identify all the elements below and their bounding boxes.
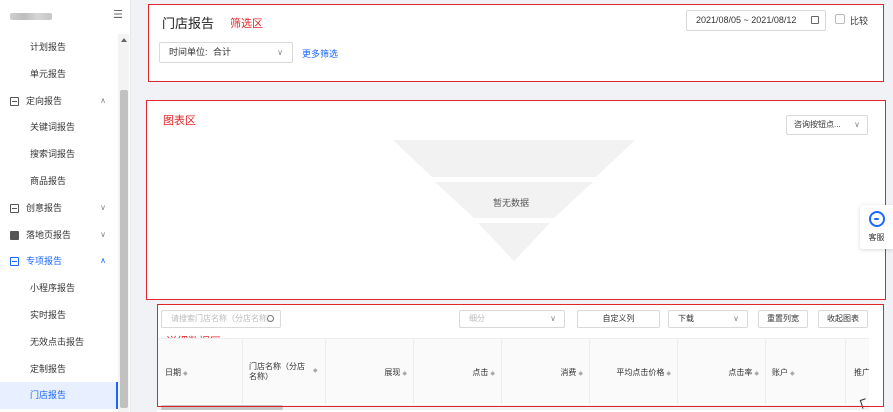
chevron-down-icon: ∨ — [277, 48, 283, 57]
chevron-down-icon: ∨ — [100, 229, 106, 239]
reset-column-width-button[interactable]: 重置列宽 — [758, 310, 808, 328]
logo-row: ☰ — [0, 0, 131, 34]
sidebar-item-label: 落地页报告 — [26, 229, 72, 240]
sidebar-item-label: 关键词报告 — [30, 122, 76, 133]
table-header: 日期 ◆ 门店名称（分店名称） ◆ 展现 ◆ 点击 ◆ 消费 ◆ 平均点击价格 ◆ 点击率… — [157, 338, 869, 404]
sidebar-item[interactable]: 关键词报告 — [0, 114, 118, 141]
sidebar-item[interactable]: 实时报告 — [0, 302, 118, 329]
date-range-text: 2021/08/05 ~ 2021/08/12 — [696, 15, 797, 25]
more-filter-link[interactable]: 更多筛选 — [302, 47, 338, 60]
store-search-input[interactable]: 请搜索门店名称（分店名称） — [161, 310, 281, 328]
calendar-icon — [811, 16, 819, 24]
date-range-picker[interactable]: 2021/08/05 ~ 2021/08/12 — [686, 10, 826, 31]
breakdown-placeholder: 细分 — [469, 314, 485, 323]
sidebar: ☰ 计划报告单元报告定向报告 ∧ 关键词报告搜索词报告商品报告创意报告 ∨ 落地页报告 ∨… — [0, 0, 131, 412]
chevron-down-icon: ∨ — [854, 120, 860, 129]
sort-icon[interactable]: ◆ — [754, 371, 759, 377]
column-header-account[interactable]: 账户 ◆ — [766, 339, 846, 404]
headset-icon — [869, 211, 885, 227]
column-header-ctr[interactable]: 点击率 ◆ — [678, 339, 766, 404]
table-horizontal-scrollbar[interactable] — [157, 405, 869, 410]
sidebar-item[interactable]: 单元报告 — [0, 61, 118, 88]
sidebar-item-label: 小程序报告 — [30, 283, 76, 294]
sort-icon[interactable]: ◆ — [578, 371, 583, 377]
sidebar-item-label: 专项报告 — [26, 256, 63, 267]
chevron-down-icon: ∨ — [550, 314, 556, 323]
column-header-impressions[interactable]: 展现 ◆ — [326, 339, 414, 404]
sidebar-item-label: 定向报告 — [26, 95, 63, 106]
dimension-select[interactable]: 咨询按钮点... ∨ — [786, 115, 868, 135]
column-header-promotion[interactable]: 推广 — [846, 339, 869, 404]
funnel-layer-3 — [478, 223, 550, 261]
sidebar-menu: 计划报告单元报告定向报告 ∧ 关键词报告搜索词报告商品报告创意报告 ∨ 落地页报告 ∨ 专项… — [0, 34, 118, 410]
download-label: 下载 — [678, 314, 694, 323]
funnel-layer-1 — [393, 140, 635, 177]
sort-icon[interactable]: ◆ — [183, 371, 188, 377]
custom-columns-button[interactable]: 自定义列 — [577, 310, 660, 328]
sidebar-item[interactable]: 小程序报告 — [0, 275, 118, 302]
logo — [10, 13, 52, 20]
sidebar-item-label: 无效点击报告 — [30, 336, 85, 347]
breakdown-select[interactable]: 细分 ∨ — [459, 310, 565, 328]
sort-icon[interactable]: ◆ — [666, 371, 671, 377]
chevron-up-icon: ∧ — [100, 95, 106, 105]
search-placeholder: 请搜索门店名称（分店名称） — [171, 314, 275, 323]
document-icon — [10, 96, 19, 106]
empty-state-text: 暂无数据 — [493, 198, 530, 208]
sort-icon[interactable]: ◆ — [313, 367, 318, 374]
sidebar-item[interactable]: 创意报告 ∨ — [0, 195, 118, 222]
sidebar-item[interactable]: 计划报告 — [0, 34, 118, 61]
sidebar-item-label: 定制报告 — [30, 363, 67, 374]
dimension-select-value: 咨询按钮点... — [794, 120, 841, 129]
sidebar-item[interactable]: 门店报告 — [0, 382, 118, 410]
chevron-up-icon: ∧ — [100, 256, 106, 266]
scroll-up-arrow-icon[interactable] — [121, 38, 127, 42]
time-unit-value: 合计 — [213, 47, 232, 57]
menu-fold-icon[interactable]: ☰ — [112, 9, 124, 21]
customer-service-button[interactable]: 客服 — [860, 205, 893, 249]
sort-icon[interactable]: ◆ — [790, 371, 795, 377]
sidebar-item[interactable]: 定向报告 ∧ — [0, 88, 118, 115]
sidebar-scroll-thumb[interactable] — [120, 90, 128, 408]
sidebar-item-label: 单元报告 — [30, 68, 67, 79]
customer-service-label: 客服 — [868, 233, 885, 242]
sidebar-item-label: 搜索词报告 — [30, 149, 76, 160]
sidebar-item-label: 门店报告 — [30, 390, 67, 401]
sidebar-item[interactable]: 定制报告 — [0, 356, 118, 383]
document-icon — [10, 257, 19, 267]
time-unit-label: 时间单位: — [169, 47, 208, 57]
column-header-date[interactable]: 日期 ◆ — [157, 339, 243, 404]
sort-icon[interactable]: ◆ — [402, 371, 407, 377]
column-header-avg-cpc[interactable]: 平均点击价格 ◆ — [590, 339, 678, 404]
column-header-store-name[interactable]: 门店名称（分店名称） ◆ — [243, 339, 326, 404]
sidebar-item[interactable]: 专项报告 ∧ — [0, 248, 118, 275]
sidebar-item[interactable]: 商品报告 — [0, 168, 118, 195]
sidebar-item-label: 创意报告 — [26, 202, 63, 213]
column-header-cost[interactable]: 消费 ◆ — [502, 339, 590, 404]
document-icon — [10, 203, 19, 213]
sort-icon[interactable]: ◆ — [490, 371, 495, 377]
time-unit-select[interactable]: 时间单位: 合计 ∨ — [159, 42, 293, 63]
page-icon — [10, 230, 19, 240]
column-header-clicks[interactable]: 点击 ◆ — [414, 339, 502, 404]
search-icon[interactable] — [267, 315, 274, 322]
sidebar-item[interactable]: 落地页报告 ∨ — [0, 222, 118, 249]
compare-label: 比较 — [850, 16, 869, 26]
sidebar-item-label: 商品报告 — [30, 175, 67, 186]
filter-annotation: 筛选区 — [230, 17, 263, 30]
collapse-chart-button[interactable]: 收起图表 — [818, 310, 868, 328]
chart-annotation: 图表区 — [163, 114, 196, 127]
chevron-down-icon: ∨ — [100, 202, 106, 212]
chevron-down-icon: ∨ — [733, 314, 739, 323]
sidebar-item-label: 计划报告 — [30, 42, 67, 52]
sidebar-item[interactable]: 无效点击报告 — [0, 329, 118, 356]
table-scroll-thumb[interactable] — [161, 405, 283, 410]
sidebar-item-label: 实时报告 — [30, 309, 67, 320]
sidebar-item[interactable]: 搜索词报告 — [0, 141, 118, 168]
download-select[interactable]: 下载 ∨ — [668, 310, 748, 328]
page-title: 门店报告 — [162, 17, 215, 32]
compare-checkbox[interactable] — [835, 14, 845, 24]
